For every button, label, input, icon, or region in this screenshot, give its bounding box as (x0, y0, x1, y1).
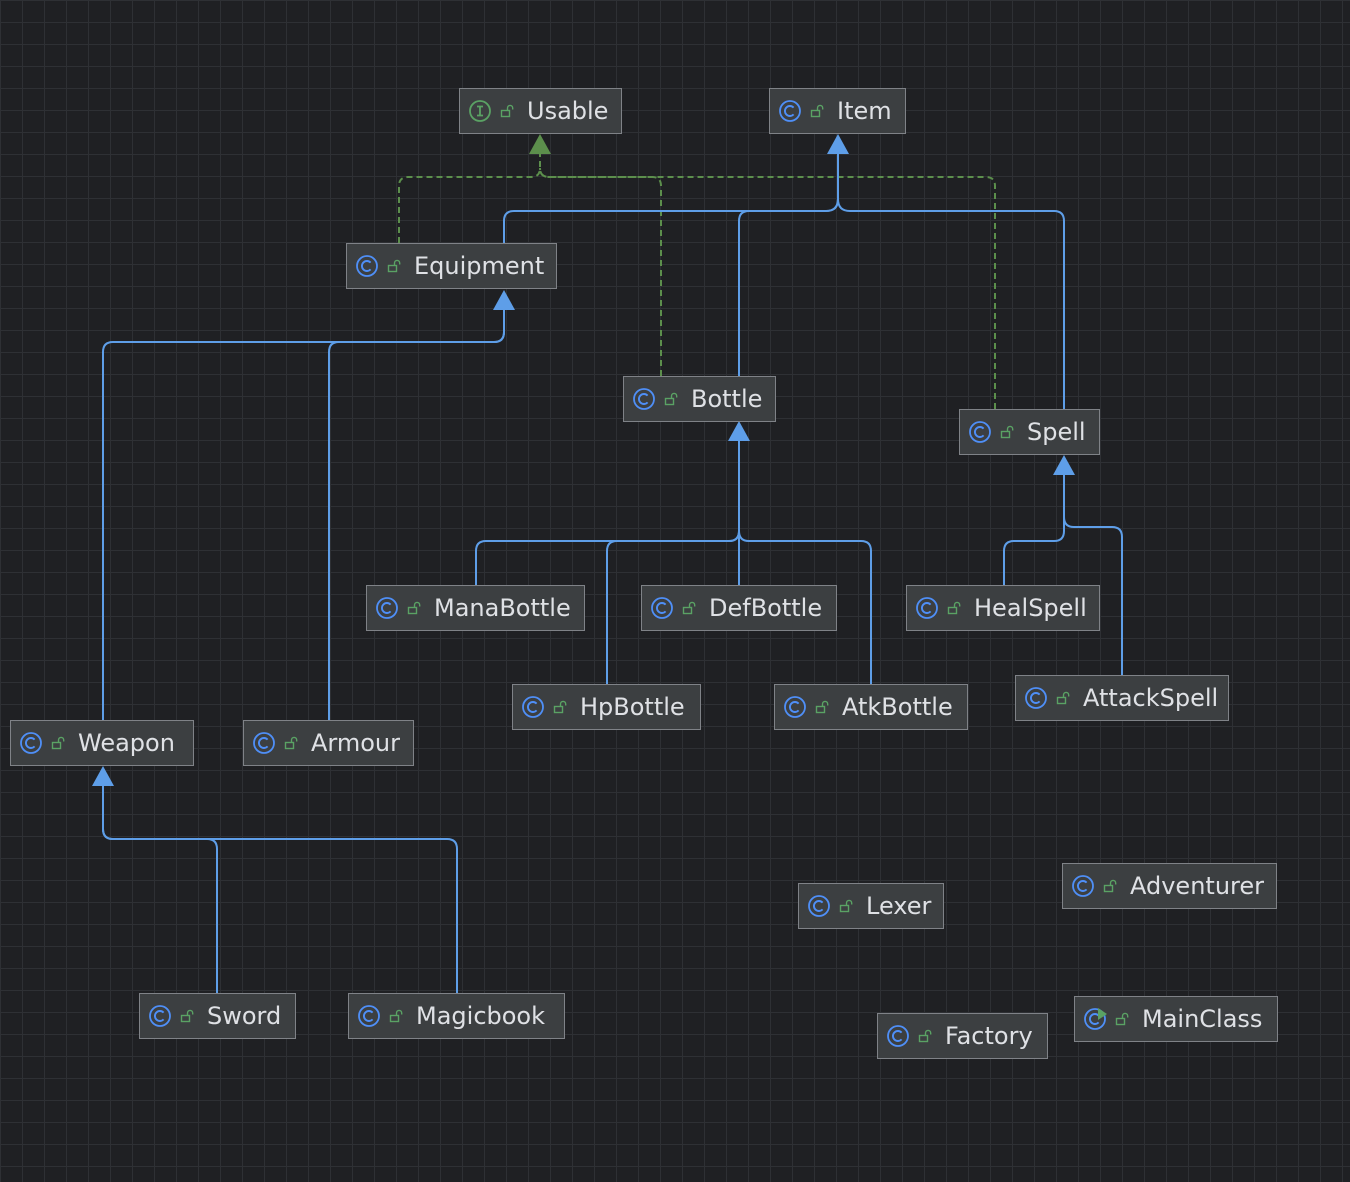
public-visibility-icon (1103, 879, 1117, 893)
node-label: Item (837, 97, 892, 125)
node-label: Magicbook (416, 1002, 546, 1030)
node-label: Sword (207, 1002, 282, 1030)
node-weapon[interactable]: Weapon (10, 720, 194, 766)
class-icon (20, 732, 42, 754)
public-visibility-icon (284, 736, 298, 750)
class-icon (149, 1005, 171, 1027)
node-atkbottle[interactable]: AtkBottle (774, 684, 968, 730)
arrowhead-item (827, 134, 849, 154)
public-visibility-icon (389, 1009, 403, 1023)
node-equipment[interactable]: Equipment (346, 243, 557, 289)
edge-bottle-extends-item (738, 198, 839, 376)
class-icon (522, 696, 544, 718)
arrowhead-weapon (92, 766, 114, 786)
node-label: Spell (1027, 418, 1086, 446)
node-usable[interactable]: Usable (459, 88, 622, 134)
node-label: HealSpell (974, 594, 1087, 622)
node-item[interactable]: Item (769, 88, 906, 134)
node-label: AttackSpell (1083, 684, 1219, 712)
public-visibility-icon (387, 259, 401, 273)
public-visibility-icon (810, 104, 824, 118)
node-healspell[interactable]: HealSpell (906, 585, 1100, 631)
node-mainclass[interactable]: MainClass (1074, 996, 1278, 1042)
class-icon (1072, 875, 1094, 897)
node-magicbook[interactable]: Magicbook (348, 993, 565, 1039)
node-adventurer[interactable]: Adventurer (1062, 863, 1277, 909)
node-lexer[interactable]: Lexer (798, 883, 944, 929)
edge-weapon-extends-equipment (102, 308, 505, 720)
public-visibility-icon (682, 601, 696, 615)
edge-magicbook-extends-weapon (102, 828, 458, 993)
node-label: ManaBottle (434, 594, 571, 622)
public-visibility-icon (51, 736, 65, 750)
arrowhead-usable (529, 134, 551, 154)
node-label: Equipment (414, 252, 545, 280)
public-visibility-icon (1056, 691, 1070, 705)
node-label: Usable (527, 97, 609, 125)
public-visibility-icon (918, 1029, 932, 1043)
class-icon (1025, 687, 1047, 709)
edge-sword-extends-weapon (102, 784, 218, 993)
arrowhead-spell (1053, 455, 1075, 475)
class-icon (633, 388, 655, 410)
class-icon (916, 597, 938, 619)
node-label: Armour (311, 729, 401, 757)
node-defbottle[interactable]: DefBottle (641, 585, 837, 631)
edge-bottle-implements-usable (539, 167, 662, 376)
edge-spell-implements-usable (539, 167, 996, 409)
node-hpbottle[interactable]: HpBottle (512, 684, 701, 730)
main-class-icon (1084, 1008, 1107, 1030)
public-visibility-icon (553, 700, 567, 714)
arrowhead-bottle (728, 421, 750, 441)
public-visibility-icon (947, 601, 961, 615)
node-manabottle[interactable]: ManaBottle (366, 585, 585, 631)
class-icon (887, 1025, 909, 1047)
public-visibility-icon (815, 700, 829, 714)
edge-spell-extends-item (837, 198, 1065, 409)
class-icon (253, 732, 275, 754)
arrowhead-equipment (493, 290, 515, 310)
node-label: Adventurer (1130, 872, 1265, 900)
node-label: AtkBottle (842, 693, 953, 721)
class-icon (969, 421, 991, 443)
uml-diagram-canvas[interactable]: Usable Item Equipment Bottle Spell ManaB… (0, 0, 1350, 1182)
edge-healspell-extends-spell (1003, 474, 1065, 585)
node-attackspell[interactable]: AttackSpell (1015, 675, 1229, 721)
public-visibility-icon (1000, 425, 1014, 439)
class-icon (784, 696, 806, 718)
node-sword[interactable]: Sword (139, 993, 296, 1039)
class-icon (779, 100, 801, 122)
node-label: Bottle (691, 385, 763, 413)
class-icon (358, 1005, 380, 1027)
class-icon (651, 597, 673, 619)
interface-icon (469, 100, 491, 122)
class-icon (356, 255, 378, 277)
node-armour[interactable]: Armour (243, 720, 414, 766)
public-visibility-icon (500, 104, 514, 118)
public-visibility-icon (1115, 1012, 1129, 1026)
node-label: Factory (945, 1022, 1033, 1050)
node-bottle[interactable]: Bottle (623, 376, 776, 422)
public-visibility-icon (180, 1009, 194, 1023)
node-label: DefBottle (709, 594, 823, 622)
public-visibility-icon (664, 392, 678, 406)
node-label: MainClass (1142, 1005, 1263, 1033)
edge-equipment-extends-item (503, 152, 839, 243)
node-label: Weapon (78, 729, 175, 757)
class-icon (376, 597, 398, 619)
public-visibility-icon (839, 899, 853, 913)
node-factory[interactable]: Factory (877, 1013, 1048, 1059)
edge-equipment-implements-usable (398, 150, 541, 243)
node-label: Lexer (866, 892, 932, 920)
node-label: HpBottle (580, 693, 685, 721)
class-icon (808, 895, 830, 917)
public-visibility-icon (407, 601, 421, 615)
edge-armour-extends-equipment (328, 331, 505, 720)
node-spell[interactable]: Spell (959, 409, 1100, 455)
